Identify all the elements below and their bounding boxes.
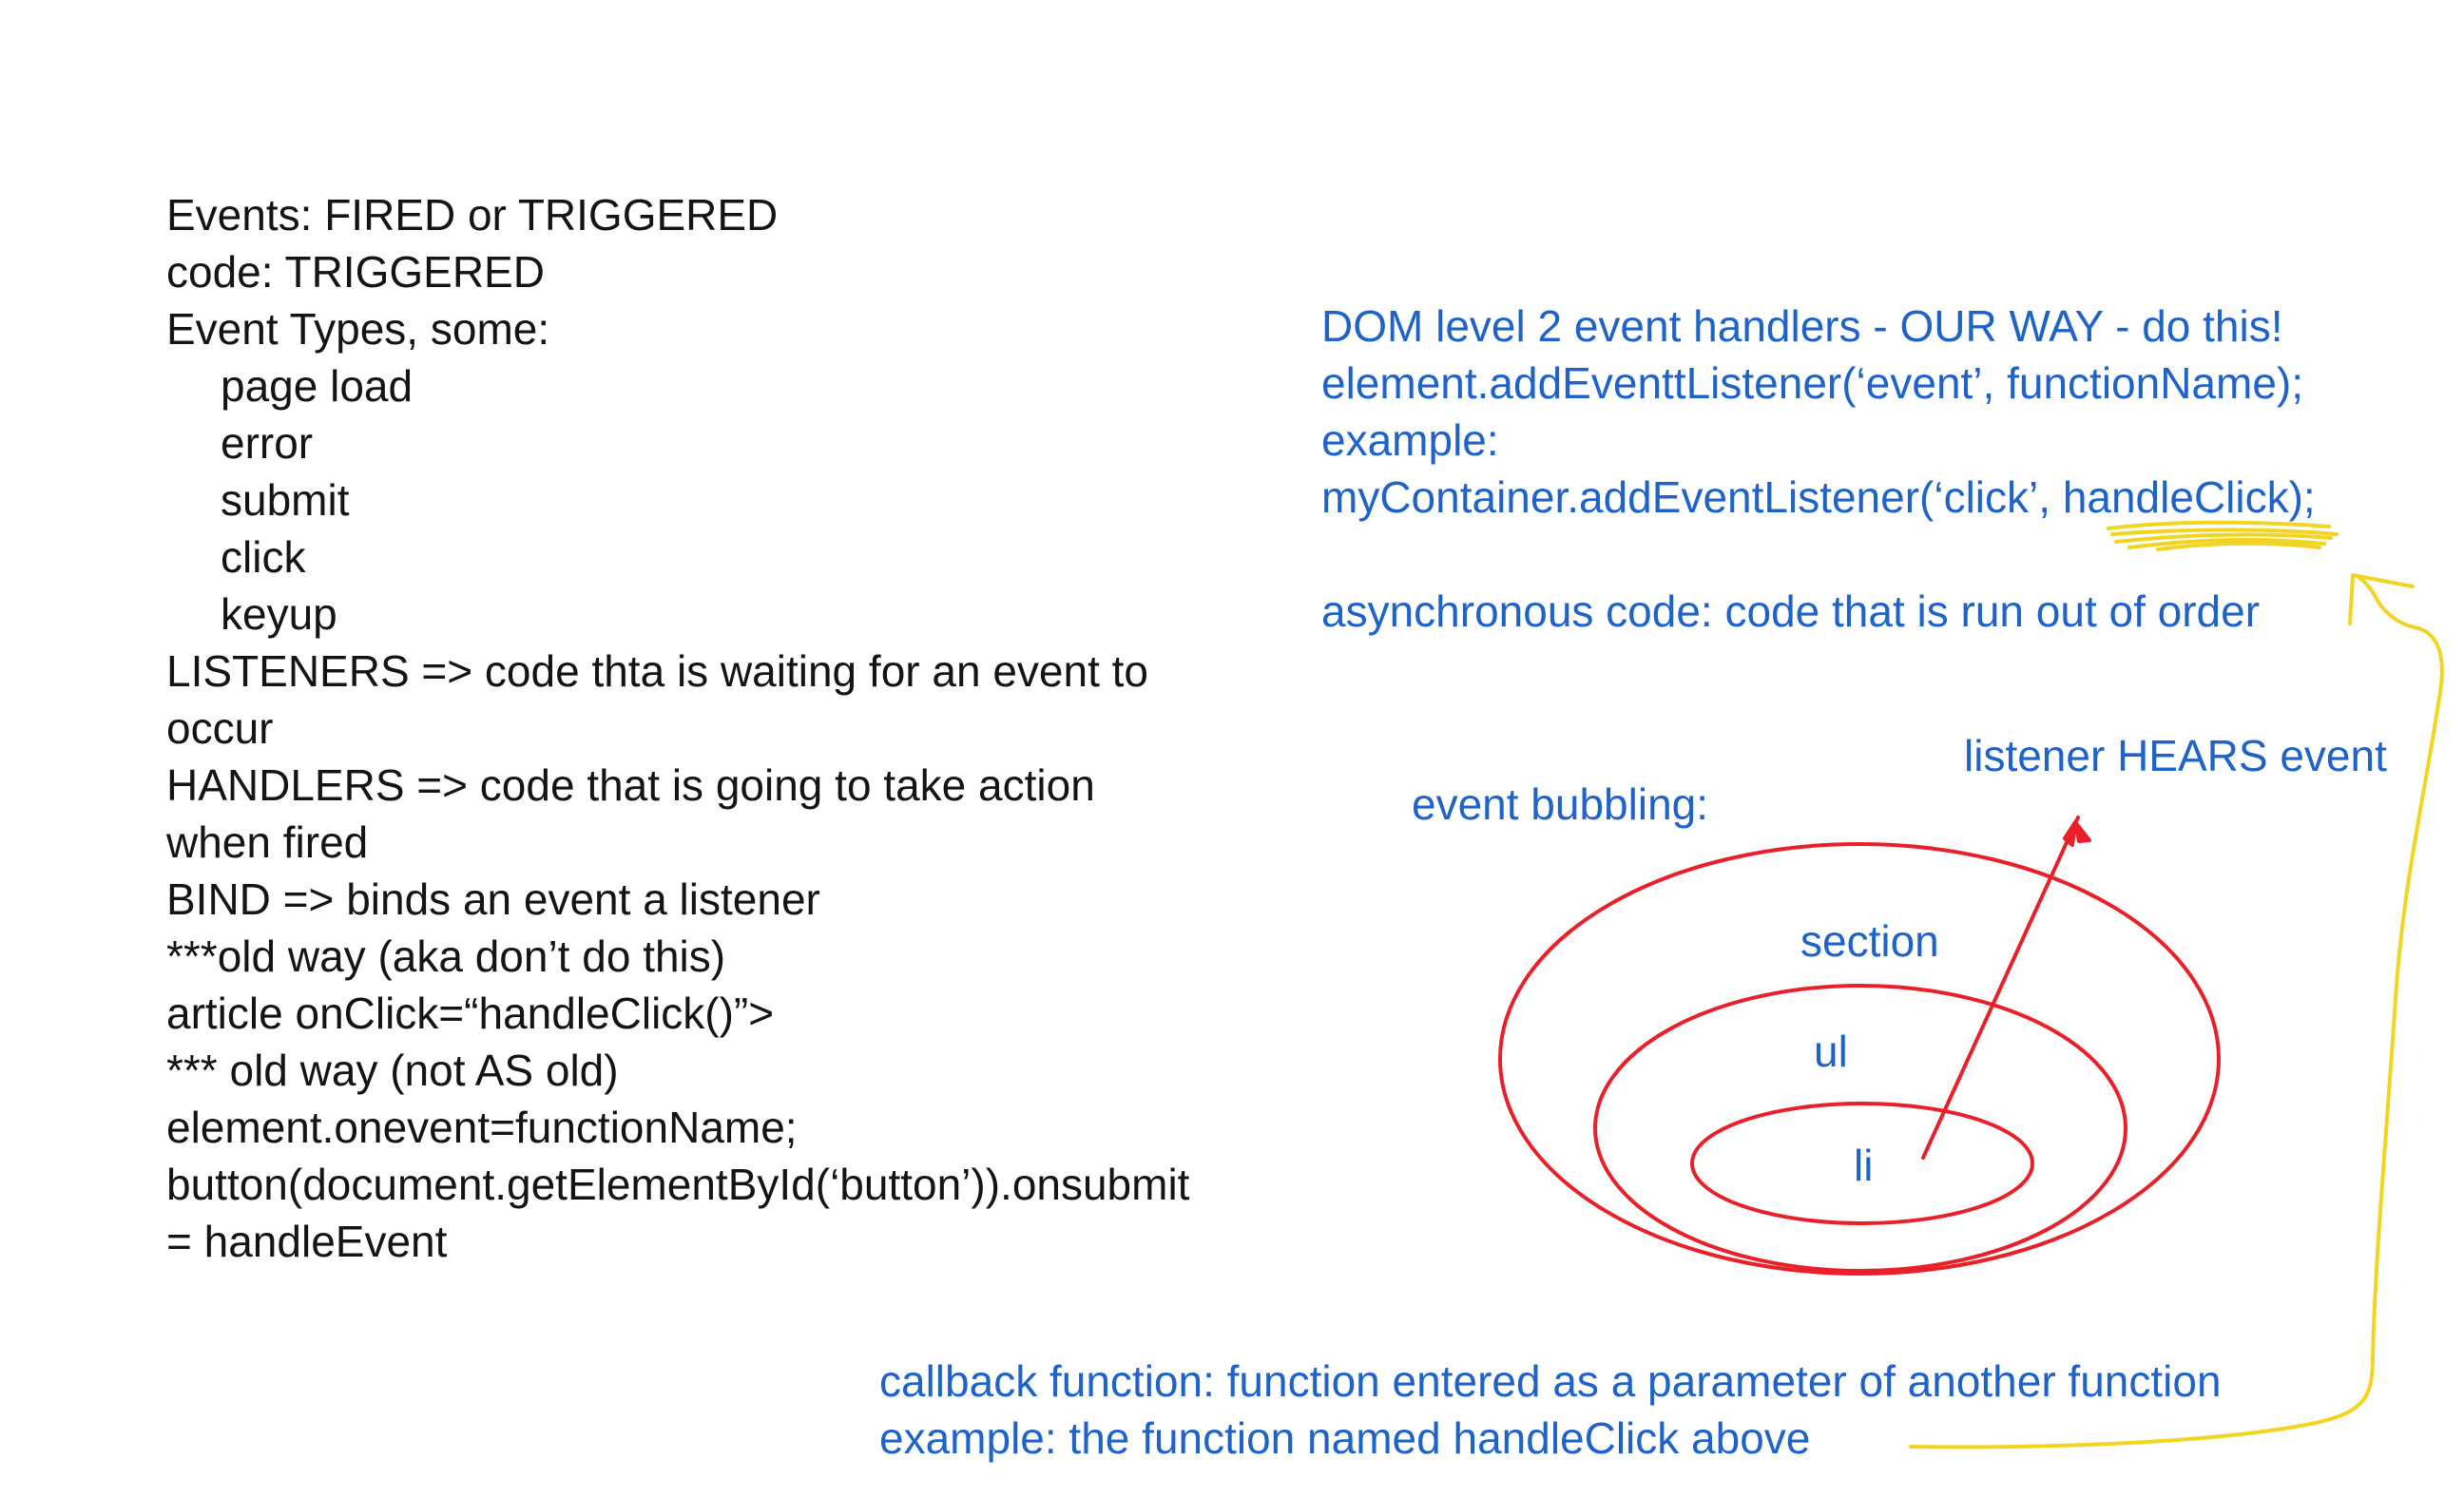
example-label: example: (1321, 415, 1499, 465)
add-event-listener-syntax: element.addEventtListener(‘event’, funct… (1321, 358, 2304, 408)
bubbling-arrow (1921, 816, 2080, 1160)
handle-click-word: handleClick (2062, 472, 2289, 522)
left-note-line: = handleEvent (166, 1217, 448, 1266)
left-note-line: error (221, 418, 314, 468)
left-note-line: *** old way (not AS old) (166, 1046, 619, 1095)
ul-ellipse (1593, 984, 2127, 1273)
left-note-line: LISTENERS => code thta is waiting for an… (166, 646, 1149, 696)
li-label: li (1854, 1141, 1874, 1190)
section-label: section (1800, 916, 1939, 966)
bubbling-arrow-head (2063, 820, 2091, 847)
left-note-line: ***old way (aka don’t do this) (166, 931, 726, 981)
left-note-line: submit (221, 475, 350, 525)
example-code-prefix: myContainer.addEventListener(‘click’, (1321, 472, 2063, 522)
callback-notes: callback function: function entered as a… (879, 1353, 2222, 1467)
listener-hears-label: listener HEARS event (1964, 731, 2387, 780)
left-note-line: BIND => binds an event a listener (166, 874, 820, 924)
callback-connector (1909, 574, 2444, 1450)
left-note-line: occur (166, 703, 274, 753)
example-code: myContainer.addEventListener(‘click’, ha… (1321, 469, 2316, 526)
left-note-line: HANDLERS => code that is going to take a… (166, 760, 1095, 810)
left-note-line: when fired (166, 817, 369, 867)
left-note-line: page load (221, 361, 414, 411)
left-note-line: Events: FIRED or TRIGGERED (166, 190, 779, 240)
left-note-line: article onClick=“handleClick()”> (166, 989, 775, 1038)
callback-connector-arrowhead (2348, 573, 2415, 625)
async-definition: asynchronous code: code that is run out … (1321, 586, 2261, 636)
callback-definition: callback function: function entered as a… (879, 1356, 2222, 1406)
dom-level2-heading: DOM level 2 event handlers - OUR WAY - d… (1321, 301, 2283, 351)
section-ellipse (1498, 842, 2221, 1276)
event-bubbling-label: event bubbling: (1412, 779, 1709, 829)
left-note-line: code: TRIGGERED (166, 247, 545, 297)
left-note-line: click (221, 532, 306, 582)
left-notes: Events: FIRED or TRIGGERED code: TRIGGERE… (166, 186, 1345, 1270)
right-notes: DOM level 2 event handlers - OUR WAY - d… (1321, 298, 2316, 640)
example-code-suffix: ); (2288, 472, 2316, 522)
left-note-line: keyup (221, 589, 337, 639)
callback-example: example: the function named handleClick … (879, 1413, 1811, 1463)
left-note-line: Event Types, some: (166, 304, 550, 354)
left-note-line: button(document.getElementById(‘button’)… (166, 1160, 1190, 1209)
ul-label: ul (1814, 1027, 1848, 1076)
left-note-line: element.onevent=functionName; (166, 1103, 798, 1152)
